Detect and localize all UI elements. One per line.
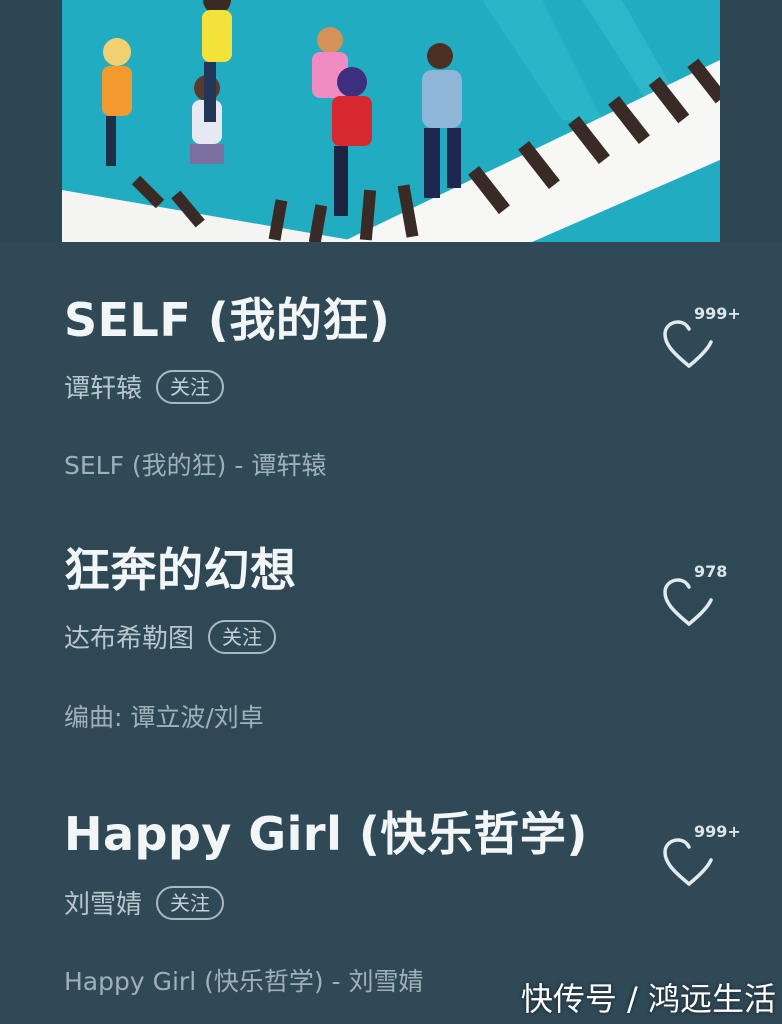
artist-name[interactable]: 达布希勒图 bbox=[64, 618, 194, 655]
song-card[interactable]: SELF (我的狂) 谭轩辕 关注 SELF (我的狂) - 谭轩辕 999+ bbox=[0, 242, 782, 504]
follow-button[interactable]: 关注 bbox=[156, 369, 225, 404]
artist-row: 达布希勒图 关注 bbox=[64, 618, 277, 655]
artist-name[interactable]: 刘雪婧 bbox=[64, 884, 142, 921]
album-cover-image[interactable] bbox=[62, 0, 720, 242]
artist-row: 谭轩辕 关注 bbox=[64, 368, 225, 405]
like-count: 978 bbox=[694, 562, 728, 581]
song-title: 狂奔的幻想 bbox=[64, 543, 297, 597]
like-count: 999+ bbox=[694, 304, 741, 323]
song-card[interactable]: 狂奔的幻想 达布希勒图 关注 编曲: 谭立波/刘卓 978 bbox=[0, 504, 782, 760]
piano-runners-illustration bbox=[62, 0, 720, 242]
song-title: Happy Girl (快乐哲学) bbox=[64, 807, 588, 861]
like-button[interactable]: 999+ bbox=[662, 304, 752, 370]
follow-button[interactable]: 关注 bbox=[208, 619, 277, 654]
song-detail: SELF (我的狂) - 谭轩辕 bbox=[64, 451, 327, 480]
watermark-text: 快传号 / 鸿远生活 bbox=[520, 980, 776, 1018]
heart-outline-icon bbox=[663, 838, 713, 886]
follow-button[interactable]: 关注 bbox=[156, 885, 225, 920]
song-detail: 编曲: 谭立波/刘卓 bbox=[64, 703, 264, 732]
artist-name[interactable]: 谭轩辕 bbox=[64, 368, 142, 405]
song-title: SELF (我的狂) bbox=[64, 293, 391, 347]
song-detail: Happy Girl (快乐哲学) - 刘雪婧 bbox=[64, 967, 424, 996]
heart-outline-icon bbox=[663, 578, 713, 626]
heart-outline-icon bbox=[663, 320, 713, 368]
like-button[interactable]: 978 bbox=[662, 562, 752, 628]
artist-row: 刘雪婧 关注 bbox=[64, 884, 225, 921]
like-count: 999+ bbox=[694, 822, 741, 841]
like-button[interactable]: 999+ bbox=[662, 822, 752, 888]
